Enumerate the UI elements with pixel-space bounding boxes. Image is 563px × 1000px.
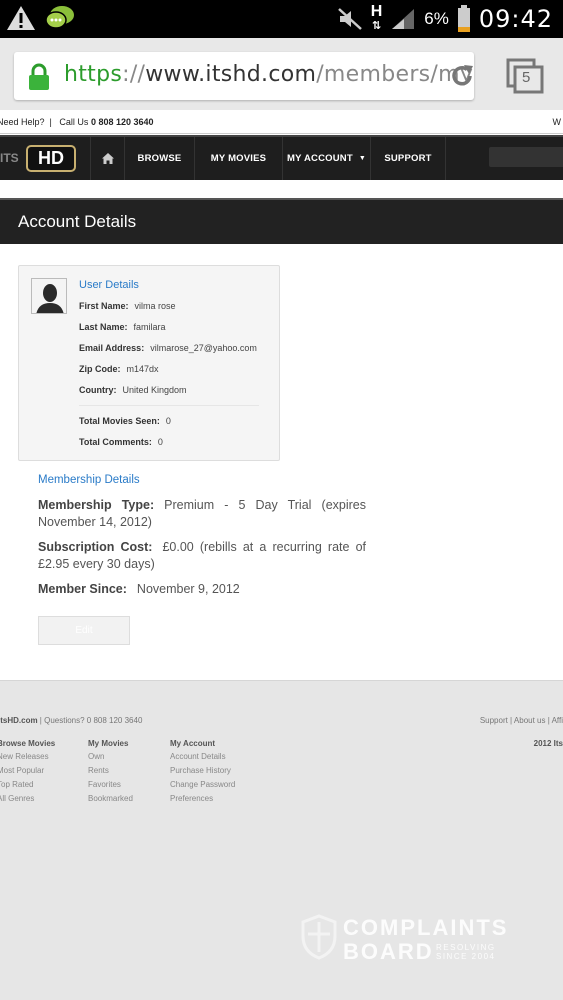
footer-col-my-movies: My Movies Own Rents Favorites Bookmarked xyxy=(88,739,133,803)
home-icon xyxy=(101,153,114,164)
footer-link[interactable]: Account Details xyxy=(170,752,235,761)
chat-icon xyxy=(45,6,74,29)
battery-icon xyxy=(457,5,470,32)
first-name-row: First Name: vilma rose xyxy=(79,301,176,311)
call-us-label: Call Us xyxy=(59,117,89,127)
avatar xyxy=(31,278,67,314)
phone-number: 0 808 120 3640 xyxy=(90,117,154,127)
web-page: Need Help? | Call Us 0 808 120 3640 W IT… xyxy=(0,110,563,1000)
nav-home[interactable] xyxy=(90,137,124,180)
footer: ItsHD.com | Questions? 0 808 120 3640 Su… xyxy=(0,680,563,1000)
member-since-row: Member Since: November 9, 2012 xyxy=(38,582,240,596)
footer-link[interactable]: Rents xyxy=(88,766,133,775)
country-row: Country: United Kingdom xyxy=(79,385,187,395)
status-bar: H ⇅ 6% 09:42 xyxy=(0,0,563,38)
footer-link[interactable]: Own xyxy=(88,752,133,761)
shield-icon xyxy=(301,914,337,960)
watermark-line2: BOARD xyxy=(343,939,434,964)
lock-icon xyxy=(29,63,49,90)
tab-count: 5 xyxy=(522,69,531,86)
signal-icon xyxy=(392,9,415,29)
zip-row: Zip Code: m147dx xyxy=(79,364,159,374)
nav-my-account[interactable]: MY ACCOUNT ▼ xyxy=(282,137,370,180)
last-name-row: Last Name: familara xyxy=(79,322,166,332)
user-details-card: User Details First Name: vilma rose Last … xyxy=(18,265,280,461)
footer-year: 2012 Its xyxy=(533,739,563,748)
url-text: https://www.itshd.com/members/my xyxy=(64,62,474,87)
reload-icon[interactable] xyxy=(448,62,474,90)
membership-details-title[interactable]: Membership Details xyxy=(38,474,140,486)
email-row: Email Address: vilmarose_27@yahoo.com xyxy=(79,343,257,353)
chevron-down-icon: ▼ xyxy=(358,155,366,162)
nav-my-movies[interactable]: MY MOVIES xyxy=(194,137,282,180)
user-silhouette-icon xyxy=(32,279,66,313)
footer-link[interactable]: Change Password xyxy=(170,780,235,789)
address-bar[interactable]: https://www.itshd.com/members/my xyxy=(14,52,474,100)
divider xyxy=(79,405,259,406)
nav-support[interactable]: SUPPORT xyxy=(370,137,446,180)
itshd-logo[interactable]: ITS HD xyxy=(0,137,90,180)
network-type: H ⇅ xyxy=(370,3,383,33)
edit-button[interactable]: Edit xyxy=(38,616,130,645)
search-input[interactable] xyxy=(489,147,563,167)
footer-link[interactable]: New Releases xyxy=(0,752,55,761)
membership-type-row: Membership Type: Premium - 5 Day Trial (e… xyxy=(38,498,366,529)
movies-seen-row: Total Movies Seen: 0 xyxy=(79,416,171,426)
footer-link[interactable]: Purchase History xyxy=(170,766,235,775)
browser-toolbar: https://www.itshd.com/members/my 5 xyxy=(0,38,563,110)
subscription-cost-row: Subscription Cost: £0.00 (rebills at a re… xyxy=(38,540,366,571)
battery-percent: 6% xyxy=(424,9,449,28)
warning-icon xyxy=(7,6,35,30)
user-details-title[interactable]: User Details xyxy=(79,279,139,291)
footer-link[interactable]: Favorites xyxy=(88,780,133,789)
footer-link[interactable]: Most Popular xyxy=(0,766,55,775)
nav-browse[interactable]: BROWSE xyxy=(124,137,194,180)
watermark-line1: COMPLAINTS xyxy=(343,915,509,940)
help-bar: Need Help? | Call Us 0 808 120 3640 W xyxy=(0,110,563,134)
clock: 09:42 xyxy=(478,5,553,33)
main-nav: ITS HD BROWSE MY MOVIES MY ACCOUNT ▼ SUP… xyxy=(0,135,563,180)
footer-col-browse: Browse Movies New Releases Most Popular … xyxy=(0,739,55,808)
page-title: Account Details xyxy=(0,198,563,244)
footer-col-my-account: My Account Account Details Purchase Hist… xyxy=(170,739,236,803)
footer-link[interactable]: Preferences xyxy=(170,794,235,803)
watermark-tagline: RESOLVING SINCE 2004 xyxy=(436,943,496,961)
footer-link[interactable]: Top Rated xyxy=(0,780,55,789)
tabs-button[interactable]: 5 xyxy=(506,58,544,94)
footer-link[interactable]: All Genres xyxy=(0,794,55,803)
footer-links[interactable]: Support | About us | Affi xyxy=(480,716,563,725)
mute-icon xyxy=(337,8,362,30)
need-help-link[interactable]: Need Help? xyxy=(0,117,45,127)
header-right-text: W xyxy=(552,117,562,127)
footer-copyright: ItsHD.com | Questions? 0 808 120 3640 xyxy=(0,716,143,725)
footer-link[interactable]: Bookmarked xyxy=(88,794,133,803)
comments-row: Total Comments: 0 xyxy=(79,437,163,447)
